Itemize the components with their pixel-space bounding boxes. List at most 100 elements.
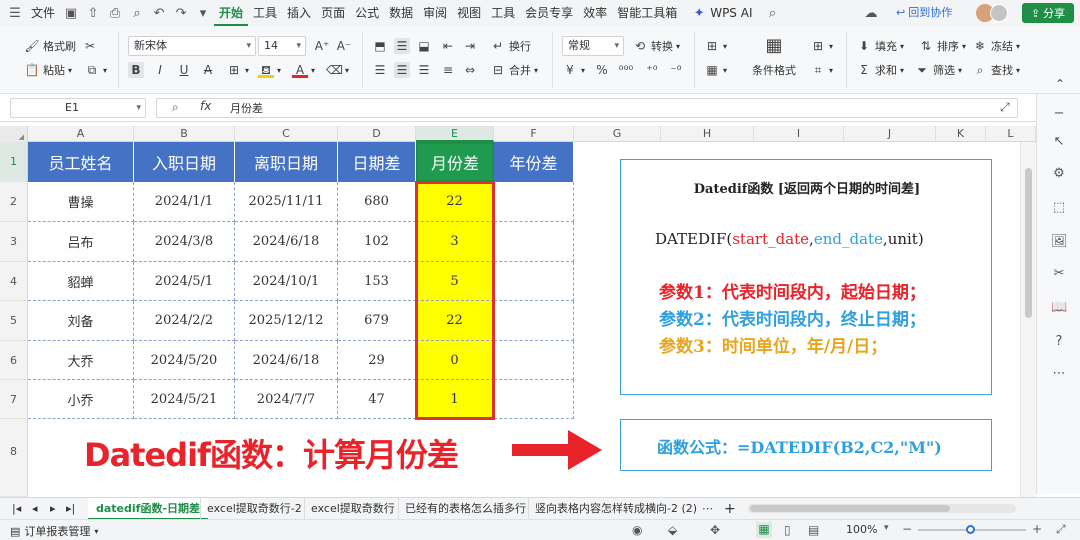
workbook-label[interactable]: ▤ 订单报表管理 ▾ — [10, 523, 98, 539]
zoom-in-icon[interactable]: + — [1032, 522, 1042, 536]
distribute-button[interactable]: ⇔ — [462, 62, 478, 78]
cloud-icon[interactable]: ☁ — [860, 2, 882, 24]
table-cell[interactable]: 大乔 — [28, 341, 134, 380]
file-menu[interactable]: 文件 — [26, 0, 60, 26]
decrease-font-button[interactable]: A⁻ — [336, 38, 352, 54]
more-sheets-icon[interactable]: ⋯ — [702, 498, 713, 520]
tab-tools[interactable]: 工具 — [248, 0, 282, 26]
table-cell[interactable] — [494, 222, 574, 262]
table-cell[interactable]: 2025/11/11 — [235, 182, 338, 222]
column-header-l[interactable]: L — [986, 126, 1036, 142]
more-icon[interactable]: ▾ — [192, 2, 214, 24]
fill-icon[interactable]: ⬙ — [668, 523, 677, 537]
table-cell[interactable]: 小乔 — [28, 380, 134, 419]
clear-button[interactable]: ⌫ ▾ — [326, 62, 349, 78]
table-cell[interactable]: 153 — [338, 262, 416, 301]
row-header-6[interactable]: 6 — [0, 341, 28, 380]
table-cell[interactable]: 0 — [416, 341, 494, 380]
format-painter-button[interactable]: 🖌 格式刷 — [24, 38, 76, 54]
column-header-d[interactable]: D — [338, 126, 416, 142]
tab-insert[interactable]: 插入 — [282, 0, 316, 26]
wps-ai-button[interactable]: WPS AI — [710, 0, 757, 26]
more-options-icon[interactable]: ⋯ — [1051, 366, 1067, 382]
header-cell-leave-date[interactable]: 离职日期 — [235, 142, 338, 182]
column-header-i[interactable]: I — [754, 126, 844, 142]
zoom-slider-handle[interactable] — [966, 525, 975, 534]
cut-button[interactable]: ✂ — [82, 38, 98, 54]
share-button[interactable]: ⇪ 分享 — [1022, 3, 1074, 23]
table-cell[interactable]: 2024/5/1 — [134, 262, 235, 301]
table-cell[interactable]: 102 — [338, 222, 416, 262]
scrollbar-thumb[interactable] — [1025, 168, 1032, 318]
fx-icon[interactable]: fx — [200, 99, 211, 113]
table-cell[interactable]: 22 — [416, 182, 494, 222]
percent-button[interactable]: % — [594, 62, 610, 78]
row-header-5[interactable]: 5 — [0, 301, 28, 341]
number-format-select[interactable]: 常规 ▾ — [562, 36, 624, 56]
page-break-icon[interactable]: ▤ — [808, 523, 819, 537]
help-icon[interactable]: ? — [1051, 334, 1067, 350]
minus-icon[interactable]: − — [1051, 106, 1067, 122]
back-to-collab-button[interactable]: ↩ 回到协作 — [896, 4, 952, 20]
row-header-4[interactable]: 4 — [0, 262, 28, 301]
collapse-ribbon-button[interactable]: ⌃ — [1052, 76, 1068, 92]
column-header-e[interactable]: E — [416, 126, 494, 142]
table-cell[interactable]: 47 — [338, 380, 416, 419]
align-right-button[interactable]: ☰ — [416, 62, 432, 78]
merge-button[interactable]: ⊟ 合并 ▾ — [490, 62, 538, 78]
sort-button[interactable]: ⇅ 排序 ▾ — [918, 38, 966, 54]
font-size-select[interactable]: 14 ▾ — [258, 36, 306, 56]
fullscreen-icon[interactable]: ⤢ — [1056, 522, 1066, 537]
justify-button[interactable]: ≡ — [440, 62, 456, 78]
sheet-tab[interactable]: excel提取奇数行 — [304, 498, 401, 520]
table-cell[interactable]: 2024/5/20 — [134, 341, 235, 380]
table-cell[interactable]: 2024/7/7 — [235, 380, 338, 419]
column-header-g[interactable]: G — [574, 126, 661, 142]
zoom-dropdown-icon[interactable]: ▾ — [884, 523, 889, 533]
row-header-7[interactable]: 7 — [0, 380, 28, 419]
column-header-k[interactable]: K — [936, 126, 986, 142]
border-button[interactable]: ⊞ ▾ — [226, 62, 249, 78]
align-center-button[interactable]: ☰ — [394, 62, 410, 78]
row-header-2[interactable]: 2 — [0, 182, 28, 222]
table-cell[interactable]: 2025/12/12 — [235, 301, 338, 341]
header-cell-day-diff[interactable]: 日期差 — [338, 142, 416, 182]
last-sheet-icon[interactable]: ▸| — [66, 498, 75, 520]
tab-member[interactable]: 会员专享 — [520, 0, 578, 26]
tools-icon[interactable]: ✂ — [1051, 266, 1067, 282]
zoom-level[interactable]: 100% — [846, 523, 877, 536]
header-cell-month-diff[interactable]: 月份差 — [416, 142, 494, 182]
zoom-formula-icon[interactable]: ⌕ — [172, 100, 179, 115]
paste-button[interactable]: 📋 粘贴 ▾ — [24, 62, 73, 78]
image-icon[interactable]: 🖼 — [1051, 234, 1068, 250]
table-cell[interactable]: 679 — [338, 301, 416, 341]
sliders-icon[interactable]: ⚙ — [1051, 166, 1067, 182]
sum-button[interactable]: Σ 求和 ▾ — [856, 62, 904, 78]
fill-button[interactable]: ⬇ 填充 ▾ — [856, 38, 904, 54]
worksheet-button[interactable]: ▦ ▾ — [704, 62, 727, 78]
convert-button[interactable]: ⟲ 转换 ▾ — [632, 38, 680, 54]
eye-icon[interactable]: ◉ — [632, 523, 642, 537]
select-all-corner[interactable]: ◢ — [0, 126, 28, 142]
increase-font-button[interactable]: A⁺ — [314, 38, 330, 54]
sheet-tab[interactable]: 竖向表格内容怎样转成横向-2 (2) — [528, 498, 703, 520]
tab-tools-2[interactable]: 工具 — [486, 0, 520, 26]
table-cell[interactable]: 貂蝉 — [28, 262, 134, 301]
horizontal-scrollbar[interactable] — [748, 504, 1016, 513]
print-icon[interactable]: ⎙ — [104, 2, 126, 24]
row-header-3[interactable]: 3 — [0, 222, 28, 262]
sheet-tab[interactable]: 已经有的表格怎么插多行 — [398, 498, 532, 520]
table-cell[interactable] — [494, 182, 574, 222]
indent-increase-button[interactable]: ⇥ — [462, 38, 478, 54]
vertical-scrollbar[interactable] — [1020, 142, 1036, 497]
decimal-decrease-button[interactable]: ⁻⁰ — [668, 62, 684, 78]
tab-data[interactable]: 数据 — [384, 0, 418, 26]
preview-icon[interactable]: ⌕ — [126, 2, 148, 24]
export-icon[interactable]: ⇧ — [82, 2, 104, 24]
bold-button[interactable]: B — [128, 62, 144, 78]
row-header-1[interactable]: 1 — [0, 142, 28, 182]
currency-button[interactable]: ¥ ▾ — [562, 62, 585, 78]
sheet-tab[interactable]: excel提取奇数行-2 — [200, 498, 308, 520]
table-cell[interactable]: 2024/1/1 — [134, 182, 235, 222]
table-cell[interactable]: 2024/10/1 — [235, 262, 338, 301]
